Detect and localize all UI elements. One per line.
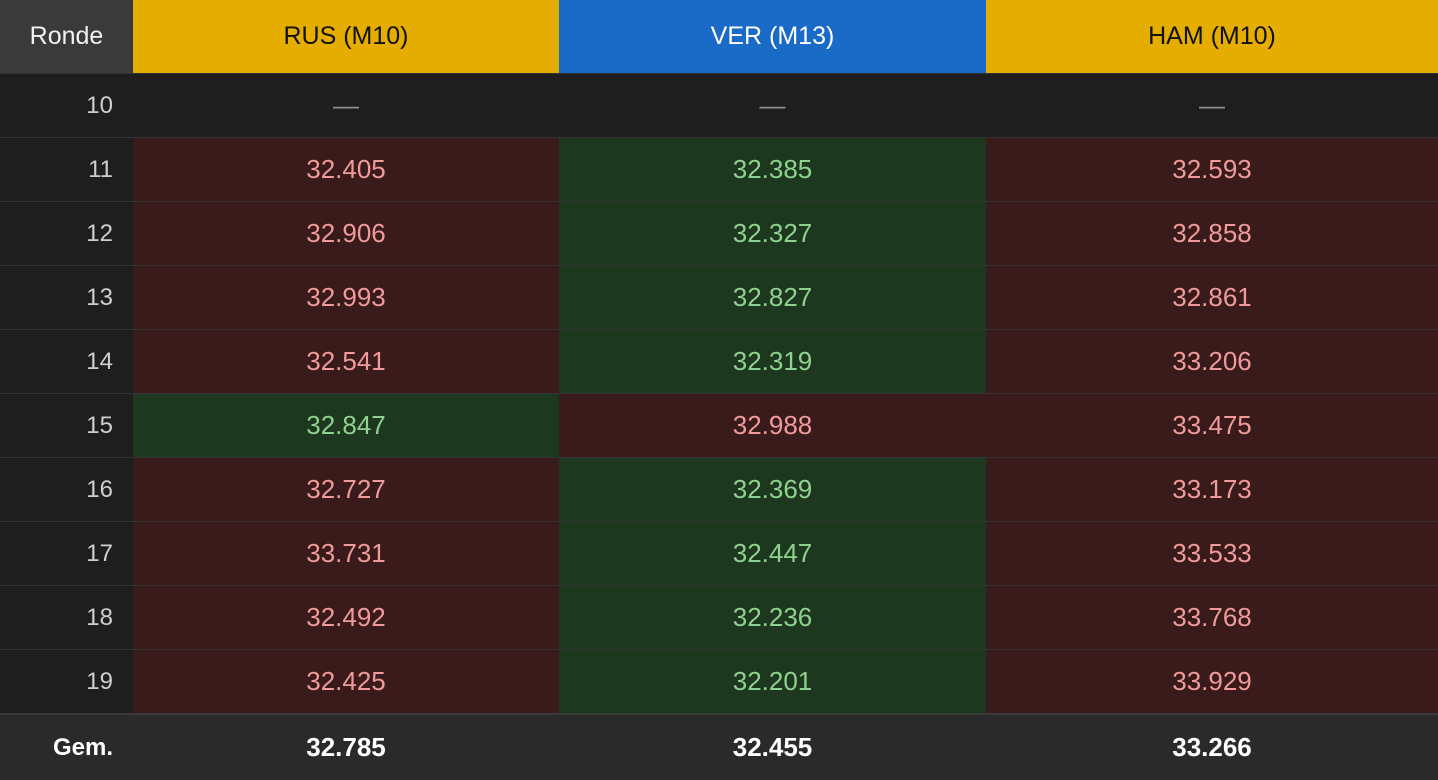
lap-times-table: Ronde RUS (M10) VER (M13) HAM (M10) 10— —… xyxy=(0,0,1438,780)
lap-time-rus: 32.993 xyxy=(133,265,559,329)
lap-time-ver: 32.327 xyxy=(559,201,986,265)
lap-time-rus: 32.492 xyxy=(133,585,559,649)
lap-time-rus: 32.405 xyxy=(133,137,559,201)
lap-time-ham: 32.861 xyxy=(986,265,1438,329)
lap-time-rus: 32.906 xyxy=(133,201,559,265)
round-column-header: Ronde xyxy=(0,0,133,73)
average-row-label: Gem. xyxy=(0,713,133,780)
lap-time-ver: 32.369 xyxy=(559,457,986,521)
lap-time-ham: 32.593 xyxy=(986,137,1438,201)
lap-time-ham: 33.533 xyxy=(986,521,1438,585)
driver-column-header-ver: VER (M13) xyxy=(559,0,986,73)
average-time-rus: 32.785 xyxy=(133,713,559,780)
round-number: 15 xyxy=(0,393,133,457)
driver-column-header-rus: RUS (M10) xyxy=(133,0,559,73)
lap-time-ham: 33.173 xyxy=(986,457,1438,521)
round-number: 13 xyxy=(0,265,133,329)
lap-time-ham: 33.929 xyxy=(986,649,1438,713)
round-number: 17 xyxy=(0,521,133,585)
lap-time-ver: 32.385 xyxy=(559,137,986,201)
average-time-ver: 32.455 xyxy=(559,713,986,780)
lap-time-ver: 32.827 xyxy=(559,265,986,329)
lap-time-ver: 32.447 xyxy=(559,521,986,585)
lap-time-rus: 32.727 xyxy=(133,457,559,521)
lap-time-rus: 33.731 xyxy=(133,521,559,585)
lap-time-ver: 32.988 xyxy=(559,393,986,457)
lap-time-ver: 32.319 xyxy=(559,329,986,393)
lap-time-ver: — xyxy=(559,73,986,137)
lap-time-ham: 33.475 xyxy=(986,393,1438,457)
lap-time-rus: 32.847 xyxy=(133,393,559,457)
round-number: 19 xyxy=(0,649,133,713)
round-number: 12 xyxy=(0,201,133,265)
round-number: 18 xyxy=(0,585,133,649)
lap-time-ver: 32.236 xyxy=(559,585,986,649)
average-time-ham: 33.266 xyxy=(986,713,1438,780)
lap-time-ham: 33.768 xyxy=(986,585,1438,649)
lap-time-ham: 32.858 xyxy=(986,201,1438,265)
lap-time-rus: 32.541 xyxy=(133,329,559,393)
round-number: 14 xyxy=(0,329,133,393)
lap-time-ham: 33.206 xyxy=(986,329,1438,393)
driver-column-header-ham: HAM (M10) xyxy=(986,0,1438,73)
lap-time-ver: 32.201 xyxy=(559,649,986,713)
round-number: 16 xyxy=(0,457,133,521)
lap-time-rus: 32.425 xyxy=(133,649,559,713)
lap-time-rus: — xyxy=(133,73,559,137)
lap-time-ham: — xyxy=(986,73,1438,137)
round-number: 11 xyxy=(0,137,133,201)
round-number: 10 xyxy=(0,73,133,137)
